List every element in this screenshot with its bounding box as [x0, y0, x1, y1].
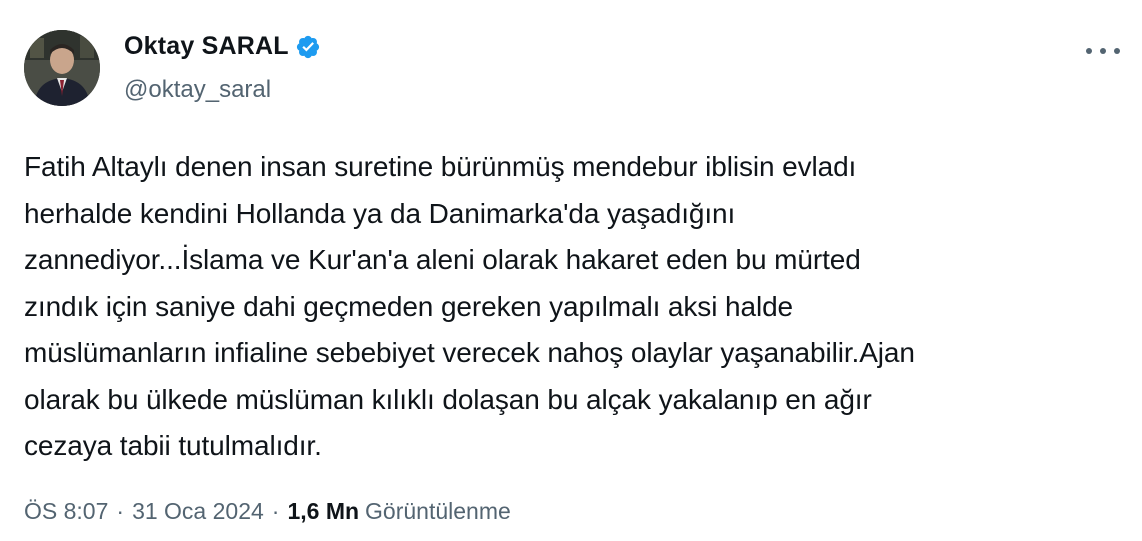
dot — [1114, 48, 1120, 54]
separator: · — [271, 498, 280, 524]
dot — [1086, 48, 1092, 54]
author-handle[interactable]: @oktay_saral — [124, 76, 271, 104]
tweet-time[interactable]: ÖS 8:07 — [24, 498, 108, 525]
verified-badge-icon — [295, 34, 321, 60]
separator: · — [116, 498, 125, 524]
author-name-row: Oktay SARAL — [124, 32, 321, 61]
dot — [1100, 48, 1106, 54]
views-count: 1,6 Mn — [287, 498, 360, 524]
avatar-image — [24, 30, 100, 106]
tweet-date[interactable]: 31 Oca 2024 — [132, 498, 264, 525]
tweet-text: Fatih Altaylı denen insan suretine bürün… — [24, 151, 915, 461]
tweet-meta: ÖS 8:07 · 31 Oca 2024 · 1,6 Mn Görüntüle… — [24, 498, 511, 525]
more-options-icon[interactable] — [1086, 44, 1120, 58]
author-name[interactable]: Oktay SARAL — [124, 32, 289, 61]
avatar[interactable] — [24, 30, 100, 106]
views-label: Görüntülenme — [365, 498, 511, 524]
